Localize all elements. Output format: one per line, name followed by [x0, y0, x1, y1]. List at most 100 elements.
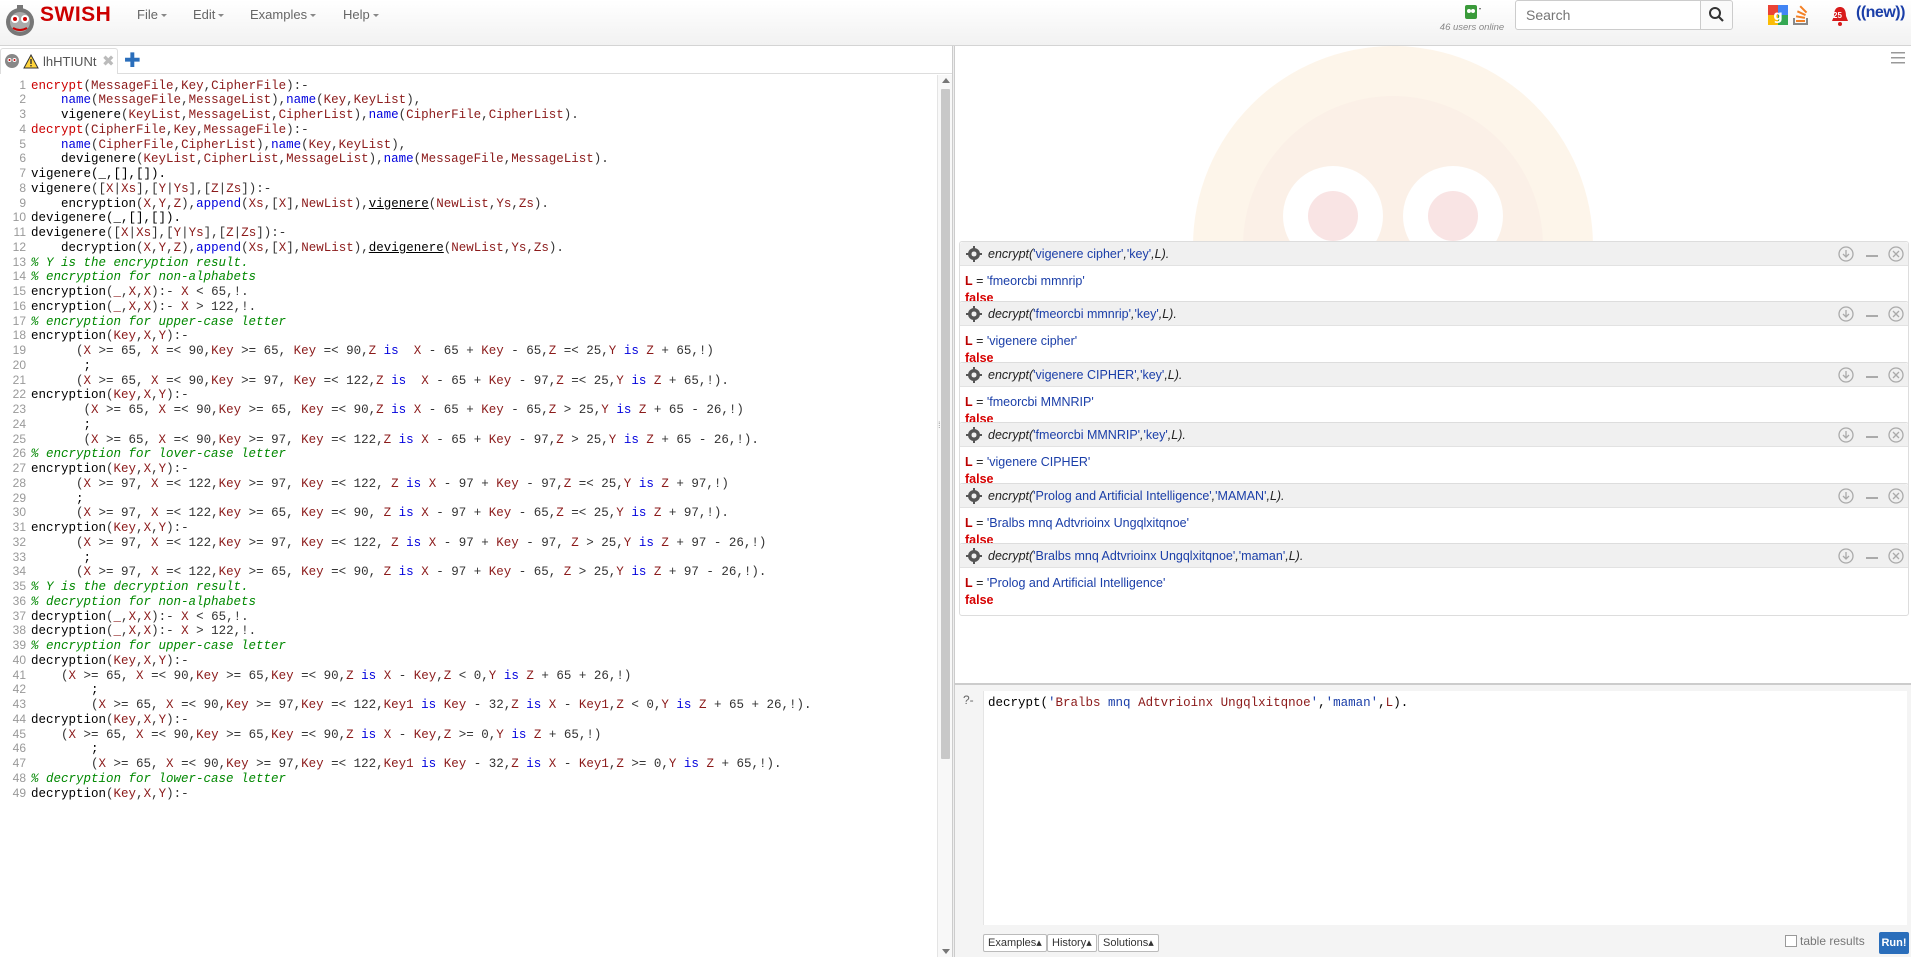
query-header: decrypt('fmeorcbi MMNRIP','key',L). — [960, 423, 1908, 448]
query-header: encrypt('vigenere cipher','key',L). — [960, 242, 1908, 266]
minimize-icon[interactable] — [1864, 246, 1880, 262]
close-icon[interactable] — [1888, 246, 1904, 262]
code-line[interactable]: 49 decryption(Key,X,Y):- — [0, 784, 189, 802]
minimize-icon[interactable] — [1864, 306, 1880, 322]
gear-icon[interactable] — [966, 548, 982, 564]
query-answer: L = 'vigenere cipher' — [965, 334, 1078, 349]
menu-examples-label: Examples — [250, 7, 308, 22]
examples-button-label: Examples — [988, 937, 1037, 949]
minimize-icon[interactable] — [1864, 488, 1880, 504]
solutions-button[interactable]: Solutions▴ — [1098, 934, 1159, 952]
close-icon[interactable] — [1888, 306, 1904, 323]
brand-name[interactable]: SWISH — [40, 3, 111, 27]
menu-help[interactable]: Help — [343, 7, 379, 22]
query-editor[interactable]: decrypt('Bralbs mnq Adtvrioinx Ungqlxitq… — [983, 691, 1907, 925]
close-icon[interactable] — [1888, 548, 1904, 564]
minimize-icon[interactable] — [1864, 367, 1880, 383]
stackoverflow-login-icon[interactable] — [1791, 4, 1811, 26]
query-false: false — [965, 593, 994, 607]
close-tab-icon[interactable]: ✖ — [102, 52, 115, 70]
swish-file-icon — [5, 54, 19, 68]
query-header: decrypt('fmeorcbi mmnrip','key',L). — [960, 302, 1908, 327]
gear-icon[interactable] — [966, 306, 982, 323]
query-header: encrypt('vigenere CIPHER','key',L). — [960, 362, 1908, 387]
download-icon[interactable] — [1838, 246, 1854, 262]
new-tab-icon[interactable]: ✚ — [124, 48, 141, 73]
query-answer: L = 'fmeorcbi MMNRIP' — [965, 394, 1094, 409]
query-answer: L = 'fmeorcbi mmnrip' — [965, 274, 1085, 288]
code-line[interactable]: 28 (X >= 97, X =< 122,Key >= 97, Key =< … — [0, 474, 729, 492]
warning-icon — [23, 54, 39, 69]
query-panel: ?- decrypt('Bralbs mnq Adtvrioinx Ungqlx… — [955, 683, 1911, 957]
code-line[interactable]: 23 (X >= 65, X =< 90,Key >= 65, Key =< 9… — [0, 400, 744, 418]
google-login-icon[interactable]: g — [1768, 5, 1788, 25]
search-icon — [1709, 7, 1724, 22]
results-pane: encrypt('vigenere cipher','key',L). L = '… — [955, 46, 1911, 683]
query-answer: L = 'vigenere CIPHER' — [965, 455, 1091, 470]
query-goal: encrypt('Prolog and Artificial Intellige… — [988, 488, 1285, 503]
search-input[interactable] — [1515, 0, 1701, 30]
minimize-icon[interactable] — [1864, 427, 1880, 443]
menu-lines-icon[interactable] — [1891, 52, 1905, 64]
menu-file-label: File — [137, 7, 158, 22]
code-line[interactable]: 32 (X >= 97, X =< 122,Key >= 97, Key =< … — [0, 533, 767, 551]
user-avatar-icon — [1465, 5, 1481, 19]
menu-examples[interactable]: Examples — [250, 7, 317, 22]
query-result: decrypt('Bralbs mnq Adtvrioinx Ungqlxitq… — [959, 543, 1909, 616]
scroll-thumb[interactable] — [941, 89, 950, 759]
gear-icon[interactable] — [966, 427, 982, 444]
query-answer: L = 'Bralbs mnq Adtvrioinx Ungqlxitqnoe' — [965, 515, 1189, 530]
search-button[interactable] — [1700, 0, 1733, 30]
table-results-checkbox[interactable] — [1785, 935, 1797, 947]
query-header: encrypt('Prolog and Artificial Intellige… — [960, 483, 1908, 508]
caret-down-icon — [160, 14, 167, 18]
svg-text:g: g — [1773, 9, 1782, 24]
editor-scrollbar[interactable] — [937, 75, 952, 957]
download-icon[interactable] — [1838, 367, 1854, 383]
query-goal: decrypt('Bralbs mnq Adtvrioinx Ungqlxitq… — [988, 549, 1304, 563]
download-icon[interactable] — [1838, 427, 1854, 443]
gear-icon[interactable] — [966, 246, 982, 262]
code-line[interactable]: 19 (X >= 65, X =< 90,Key >= 65, Key =< 9… — [0, 341, 714, 359]
query-prompt: ?- — [963, 693, 974, 707]
splitter-grip-icon[interactable]: ⁞ — [938, 420, 941, 430]
notification-count: 25 — [1833, 11, 1842, 20]
gear-icon[interactable] — [966, 366, 982, 383]
menu-edit-label: Edit — [193, 7, 216, 22]
program-editor[interactable]: 1 encrypt(MessageFile,Key,CipherFile):- 2 … — [0, 75, 936, 957]
query-goal: encrypt('vigenere CIPHER','key',L). — [988, 367, 1183, 382]
swish-logo-icon[interactable] — [2, 3, 38, 39]
close-icon[interactable] — [1888, 367, 1904, 383]
new-file-badge[interactable]: ((new)) — [1856, 4, 1905, 22]
caret-down-icon — [218, 14, 225, 18]
caret-down-icon — [310, 14, 317, 18]
tab-title: lhHTIUNt — [43, 54, 97, 69]
run-button[interactable]: Run! — [1879, 932, 1909, 954]
close-icon[interactable] — [1888, 487, 1904, 504]
download-icon[interactable] — [1838, 548, 1854, 564]
history-button-label: History — [1052, 937, 1087, 949]
scroll-down-icon[interactable] — [942, 949, 950, 954]
users-online-count: 46 users online — [1439, 22, 1505, 33]
table-results-label: table results — [1800, 934, 1865, 948]
query-input[interactable]: decrypt('Bralbs mnq Adtvrioinx Ungqlxitq… — [988, 696, 1408, 710]
caret-down-icon — [372, 14, 379, 18]
gear-icon[interactable] — [966, 487, 982, 504]
history-button[interactable]: History▴ — [1047, 934, 1097, 952]
examples-button[interactable]: Examples▴ — [983, 934, 1047, 952]
navbar: SWISH File Edit Examples Help 46 users o… — [0, 0, 1911, 46]
tab-program[interactable]: lhHTIUNt ✖ — [0, 48, 118, 74]
download-icon[interactable] — [1838, 487, 1854, 504]
query-goal: encrypt('vigenere cipher','key',L). — [988, 247, 1170, 261]
menu-file[interactable]: File — [137, 7, 167, 22]
minimize-icon[interactable] — [1864, 548, 1880, 564]
table-results-toggle[interactable]: table results — [1785, 934, 1865, 948]
download-icon[interactable] — [1838, 306, 1854, 323]
close-icon[interactable] — [1888, 427, 1904, 443]
line-number: 49 — [12, 785, 26, 800]
user-status[interactable]: 46 users online — [1437, 0, 1507, 33]
tab-bar: lhHTIUNt ✖ ✚ — [0, 46, 955, 74]
scroll-up-icon[interactable] — [942, 78, 950, 83]
query-goal: decrypt('fmeorcbi mmnrip','key',L). — [988, 307, 1177, 322]
menu-edit[interactable]: Edit — [193, 7, 225, 22]
